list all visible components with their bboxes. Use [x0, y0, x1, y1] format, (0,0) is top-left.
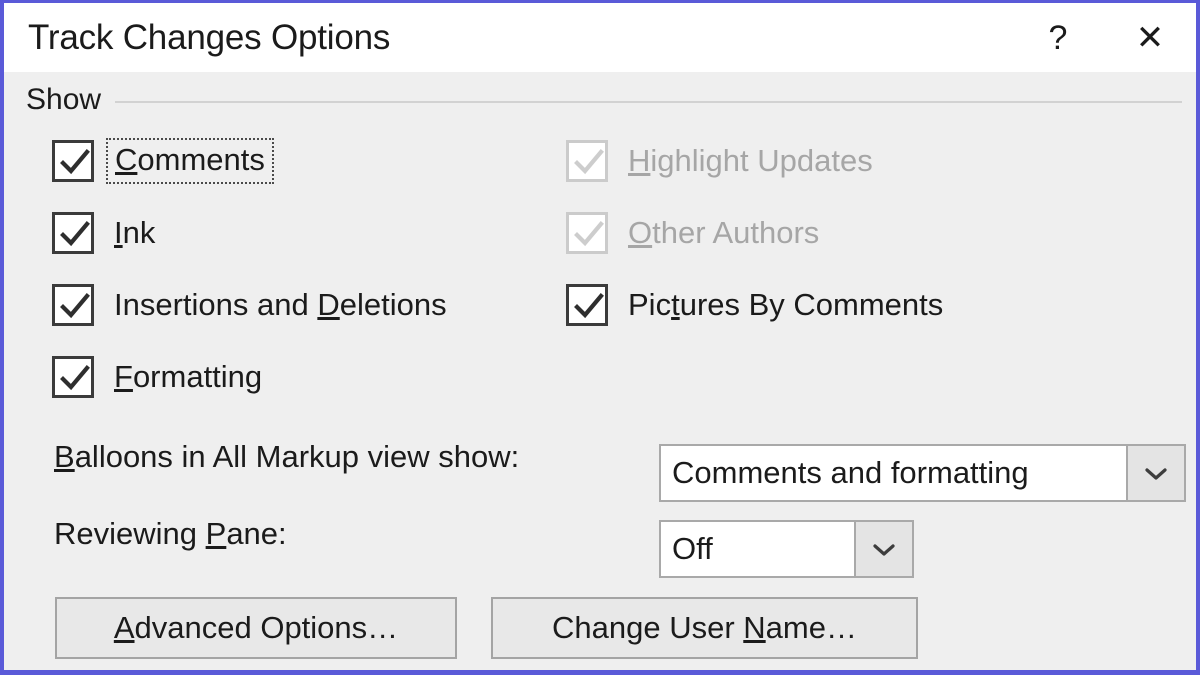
- checkmark-icon: [57, 289, 93, 325]
- group-divider: [115, 101, 1182, 103]
- checkmark-icon: [57, 217, 93, 253]
- close-button[interactable]: ✕: [1104, 3, 1196, 72]
- checkbox-insertions-and-deletions[interactable]: [52, 284, 94, 326]
- change-user-name-button[interactable]: Change User Name…: [491, 597, 918, 659]
- reviewing-pane-label-row: Reviewing Pane:: [54, 508, 287, 560]
- accelerator-n: N: [743, 610, 765, 645]
- checkbox-row-highlight-updates: Highlight Updates: [566, 137, 873, 185]
- track-changes-options-dialog: Track Changes Options ? ✕ Show C: [0, 0, 1200, 675]
- accelerator-c: C: [115, 142, 137, 177]
- checkbox-label-ink: Ink: [114, 215, 155, 251]
- checkbox-pictures-by-comments[interactable]: [566, 284, 608, 326]
- checkbox-row-pictures-by-comments[interactable]: Pictures By Comments: [566, 281, 943, 329]
- help-icon: ?: [1049, 21, 1068, 55]
- accelerator-p: P: [206, 516, 227, 551]
- focus-rectangle-comments: Comments: [106, 138, 274, 184]
- show-group-label: Show: [26, 83, 115, 117]
- dialog-body: Show Comments Ink: [4, 72, 1196, 670]
- dialog-title: Track Changes Options: [28, 18, 390, 58]
- chevron-down-icon[interactable]: [1126, 446, 1184, 500]
- checkmark-icon: [57, 361, 93, 397]
- show-group-header: Show: [26, 83, 1182, 117]
- checkbox-comments[interactable]: [52, 140, 94, 182]
- change-user-name-button-label: Change User Name…: [552, 610, 857, 646]
- chevron-down-glyph: [873, 543, 895, 556]
- reviewing-pane-dropdown[interactable]: Off: [659, 520, 914, 578]
- checkmark-icon: [571, 289, 607, 325]
- checkbox-row-formatting[interactable]: Formatting: [52, 353, 262, 401]
- titlebar-button-group: ? ✕: [1012, 3, 1196, 72]
- accelerator-t: t: [671, 287, 680, 322]
- checkbox-row-ink[interactable]: Ink: [52, 209, 155, 257]
- checkbox-label-comments: Comments: [115, 142, 265, 177]
- balloons-dropdown[interactable]: Comments and formatting: [659, 444, 1186, 502]
- title-bar: Track Changes Options ? ✕: [4, 3, 1196, 72]
- checkbox-row-other-authors: Other Authors: [566, 209, 819, 257]
- balloons-label: Balloons in All Markup view show:: [54, 439, 519, 475]
- checkbox-label-other-authors: Other Authors: [628, 215, 819, 251]
- advanced-options-button[interactable]: Advanced Options…: [55, 597, 457, 659]
- balloons-dropdown-value: Comments and formatting: [661, 446, 1126, 500]
- reviewing-pane-dropdown-value: Off: [661, 522, 854, 576]
- checkbox-row-comments[interactable]: Comments: [52, 137, 274, 185]
- checkbox-label-pictures-by-comments: Pictures By Comments: [628, 287, 943, 323]
- checkmark-icon: [571, 217, 607, 253]
- help-button[interactable]: ?: [1012, 3, 1104, 72]
- checkbox-highlight-updates: [566, 140, 608, 182]
- accelerator-a: A: [114, 610, 135, 645]
- checkbox-label-formatting: Formatting: [114, 359, 262, 395]
- chevron-down-glyph: [1145, 467, 1167, 480]
- checkmark-icon: [57, 145, 93, 181]
- advanced-options-button-label: Advanced Options…: [114, 610, 398, 646]
- accelerator-f: F: [114, 359, 133, 394]
- balloons-label-row: Balloons in All Markup view show:: [54, 431, 519, 483]
- accelerator-i: I: [114, 215, 123, 250]
- reviewing-pane-label: Reviewing Pane:: [54, 516, 287, 552]
- accelerator-d: D: [317, 287, 339, 322]
- checkbox-label-highlight-updates: Highlight Updates: [628, 143, 873, 179]
- checkbox-row-insertions-and-deletions[interactable]: Insertions and Deletions: [52, 281, 447, 329]
- accelerator-b: B: [54, 439, 75, 474]
- close-icon: ✕: [1136, 21, 1165, 55]
- checkbox-other-authors: [566, 212, 608, 254]
- checkbox-ink[interactable]: [52, 212, 94, 254]
- checkbox-formatting[interactable]: [52, 356, 94, 398]
- checkbox-label-insertions-and-deletions: Insertions and Deletions: [114, 287, 447, 323]
- accelerator-o: O: [628, 215, 652, 250]
- accelerator-h: H: [628, 143, 650, 178]
- chevron-down-icon[interactable]: [854, 522, 912, 576]
- checkmark-icon: [571, 145, 607, 181]
